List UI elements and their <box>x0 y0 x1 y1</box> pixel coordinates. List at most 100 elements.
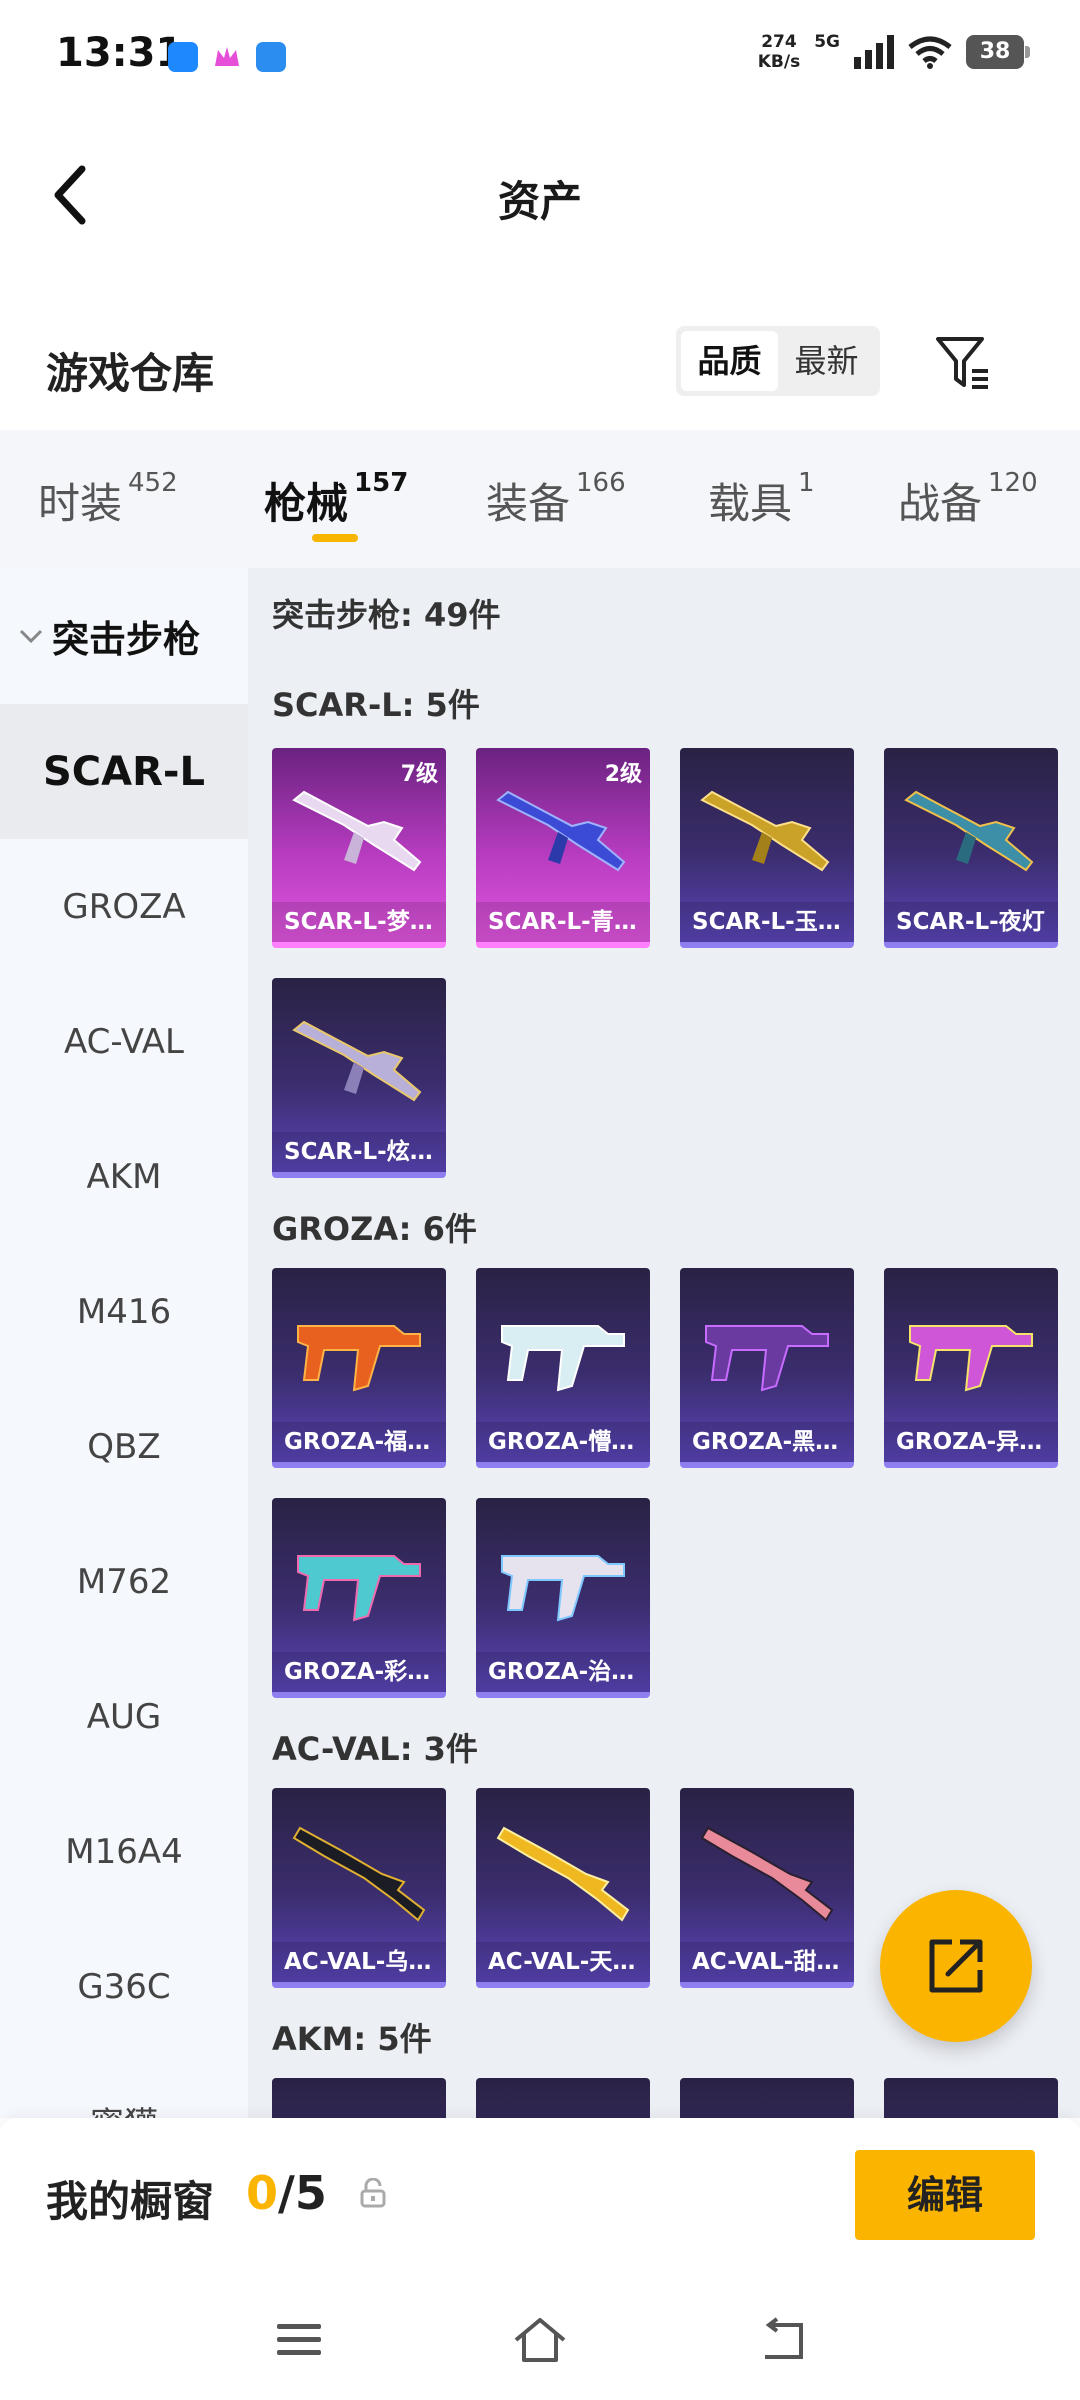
battery-indicator: 38 <box>966 35 1030 69</box>
network-speed: 274 KB/s <box>758 32 800 72</box>
weapon-card[interactable]: AC-VAL-乌… <box>272 1788 446 1988</box>
home-button[interactable] <box>505 2310 575 2370</box>
share-icon <box>929 1939 983 1993</box>
group-title-ac-val: AC-VAL: 3件 <box>272 1730 478 1768</box>
sidebar-item-qbz[interactable]: QBZ <box>0 1379 248 1514</box>
rifle-skin-icon <box>700 790 830 872</box>
sidebar-item-ac-val[interactable]: AC-VAL <box>0 974 248 1109</box>
bullpup-skin-icon <box>297 1555 421 1622</box>
weapon-card[interactable]: GROZA-懵… <box>476 1268 650 1468</box>
sidebar-item-m416[interactable]: M416 <box>0 1244 248 1379</box>
skin-name: GROZA-治… <box>476 1652 650 1692</box>
menu-icon <box>277 2324 321 2355</box>
menu-button[interactable] <box>264 2310 334 2370</box>
sort-option-latest[interactable]: 最新 <box>778 331 875 391</box>
weapon-card[interactable]: GROZA-彩… <box>272 1498 446 1698</box>
tab-count: 452 <box>128 468 178 498</box>
weapon-card[interactable]: SCAR-L-玉… <box>680 748 854 948</box>
tab-label: 战备 <box>898 479 983 528</box>
sidebar-item-m762[interactable]: M762 <box>0 1514 248 1649</box>
weapon-card[interactable]: GROZA-异… <box>884 1268 1058 1468</box>
weapon-card[interactable]: 2级 SCAR-L-青… <box>476 748 650 948</box>
skin-level: 7级 <box>400 762 438 787</box>
tab-vehicles[interactable]: 载具 1 <box>708 468 815 531</box>
showcase-total: /5 <box>278 2166 327 2220</box>
rifle-skin-icon <box>496 790 626 872</box>
tab-label: 枪械 <box>264 479 349 528</box>
edit-button[interactable]: 编辑 <box>855 2150 1035 2240</box>
tab-guns[interactable]: 枪械 157 <box>264 468 409 531</box>
group-title-akm: AKM: 5件 <box>272 2020 432 2058</box>
skin-name: SCAR-L-梦… <box>272 902 446 942</box>
speed-value: 274 <box>761 32 797 52</box>
rifle-skin-icon <box>292 1020 422 1102</box>
skin-name: SCAR-L-青… <box>476 902 650 942</box>
tab-label: 载具 <box>708 479 793 528</box>
top-app-bar: 资产 <box>0 120 1080 270</box>
weapon-card[interactable]: GROZA-黑… <box>680 1268 854 1468</box>
filter-button[interactable] <box>928 328 998 398</box>
rifle-skin-icon <box>496 1826 630 1922</box>
sidebar-item-honey-badger[interactable]: 蜜獾 <box>0 2054 248 2118</box>
rifle-skin-icon <box>292 790 422 872</box>
category-tabs: 时装 452 枪械 157 装备 166 载具 1 战备 120 <box>0 430 1080 568</box>
showcase-label: 我的橱窗 <box>46 2177 215 2226</box>
sidebar-item-g36c[interactable]: G36C <box>0 1919 248 2054</box>
tab-count: 157 <box>354 468 409 498</box>
back-nav-icon <box>765 2317 803 2359</box>
weapon-card[interactable]: 7级 SCAR-L-梦… <box>272 748 446 948</box>
weapon-card[interactable]: AC-VAL-天… <box>476 1788 650 1988</box>
weapon-card[interactable] <box>272 2078 446 2118</box>
share-button[interactable] <box>880 1890 1032 2042</box>
sort-option-quality[interactable]: 品质 <box>681 331 778 391</box>
tab-count: 166 <box>576 468 626 498</box>
skin-name: SCAR-L-夜灯 <box>884 902 1058 942</box>
sidebar-item-groza[interactable]: GROZA <box>0 839 248 974</box>
bullpup-skin-icon <box>909 1325 1033 1392</box>
rifle-skin-icon <box>904 790 1034 872</box>
group-title-scar-l: SCAR-L: 5件 <box>272 686 480 724</box>
bullpup-skin-icon <box>501 1555 625 1622</box>
skin-name: GROZA-福… <box>272 1422 446 1462</box>
back-nav-button[interactable] <box>746 2310 816 2370</box>
system-nav-bar <box>0 2280 1080 2400</box>
sidebar-group-assault-rifles[interactable]: 突击步枪 <box>0 568 248 704</box>
tab-fashion[interactable]: 时装 452 <box>38 468 178 531</box>
weapon-card[interactable] <box>476 2078 650 2118</box>
weapon-card[interactable]: SCAR-L-夜灯 <box>884 748 1058 948</box>
skin-name: GROZA-懵… <box>476 1422 650 1462</box>
active-tab-indicator <box>312 534 358 542</box>
showcase-used: 0 <box>246 2166 279 2220</box>
bullpup-skin-icon <box>297 1325 421 1392</box>
lock-icon <box>360 2178 386 2208</box>
showcase-bar: 我的橱窗 0/5 编辑 <box>0 2118 1080 2280</box>
sidebar-item-akm[interactable]: AKM <box>0 1109 248 1244</box>
du-app-icon <box>256 42 286 72</box>
wifi-icon <box>908 36 952 69</box>
weapon-card[interactable]: GROZA-治… <box>476 1498 650 1698</box>
speed-unit: KB/s <box>757 52 801 72</box>
tab-equipment[interactable]: 装备 166 <box>486 468 626 531</box>
tab-count: 120 <box>988 468 1038 498</box>
tab-label: 装备 <box>486 479 571 528</box>
sidebar-group-label: 突击步枪 <box>52 618 200 661</box>
skin-level: 2级 <box>604 762 642 787</box>
weapon-card[interactable] <box>884 2078 1058 2118</box>
weapon-card[interactable]: AC-VAL-甜… <box>680 1788 854 1988</box>
app-notification-icon <box>168 42 198 72</box>
skin-name: AC-VAL-天… <box>476 1942 650 1982</box>
signal-icon <box>854 35 894 69</box>
weapon-card[interactable]: GROZA-福… <box>272 1268 446 1468</box>
sidebar-item-m16a4[interactable]: M16A4 <box>0 1784 248 1919</box>
skin-name: SCAR-L-玉… <box>680 902 854 942</box>
sort-toggle: 品质 最新 <box>676 326 880 396</box>
bullpup-skin-icon <box>501 1325 625 1392</box>
sidebar-item-scar-l[interactable]: SCAR-L <box>0 704 248 839</box>
weapon-card[interactable] <box>680 2078 854 2118</box>
weapon-card[interactable]: SCAR-L-炫… <box>272 978 446 1178</box>
tab-count: 1 <box>798 468 815 498</box>
tab-supplies[interactable]: 战备 120 <box>898 468 1038 531</box>
chevron-down-icon <box>19 629 43 644</box>
skin-name: GROZA-彩… <box>272 1652 446 1692</box>
sidebar-item-aug[interactable]: AUG <box>0 1649 248 1784</box>
